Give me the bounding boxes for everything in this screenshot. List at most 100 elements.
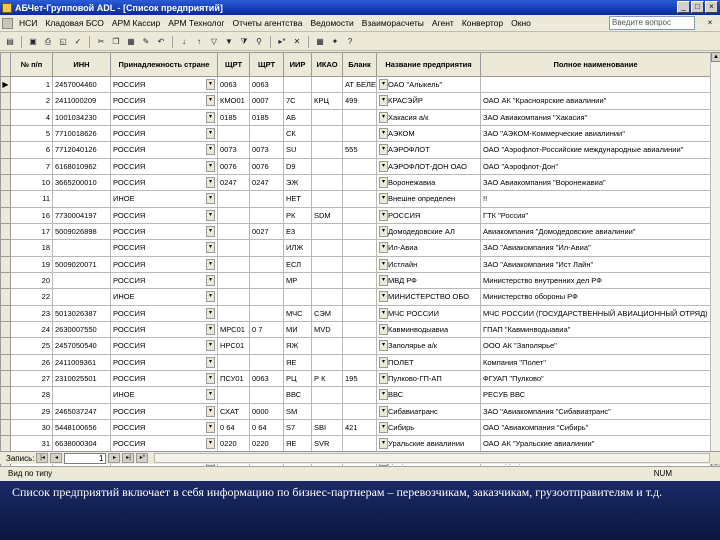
cell-full-name[interactable]: МЧС РОССИИ (ГОСУДАРСТВЕННЫЙ АВИАЦИОННЫЙ … xyxy=(480,304,712,322)
cell-inn[interactable]: 5013026387 xyxy=(52,304,111,322)
cell-iir[interactable]: ЯЕ xyxy=(283,353,313,371)
cell-enterprise-name[interactable]: ▾ АЭРОФЛОТ xyxy=(376,141,482,159)
dropdown-arrow-icon[interactable]: ▾ xyxy=(379,128,389,140)
row-selector[interactable] xyxy=(0,222,11,241)
cell-shrt-2[interactable]: 0220 xyxy=(249,435,285,453)
cell-shrt-2[interactable] xyxy=(249,124,285,143)
country-combo[interactable]: ИНОЕ ▾ xyxy=(113,389,216,401)
cell-iir[interactable]: S7 xyxy=(283,418,313,437)
dropdown-arrow-icon[interactable]: ▾ xyxy=(379,438,389,450)
row-selector[interactable] xyxy=(0,108,11,126)
column-header-blank[interactable]: Бланк xyxy=(342,52,378,77)
table-row[interactable]: 19 5009020071 РОССИЯ ▾ ЕСЛ ▾ Истлайн ЗАО "Авиак… xyxy=(0,255,712,273)
cell-number[interactable]: 11 xyxy=(10,190,53,208)
cell-number[interactable]: 25 xyxy=(10,337,53,355)
cell-country[interactable]: ИНОЕ ▾ xyxy=(109,386,219,404)
cell-icao[interactable]: КРЦ xyxy=(311,92,344,110)
cell-full-name[interactable]: ЗАО "Авиакомпания "Сибавиатранс" xyxy=(480,402,712,420)
table-row[interactable]: 5 7710018626 РОССИЯ ▾ СК ▾ АЭКОМ ЗАО "АЭКОМ-Ком… xyxy=(0,124,712,143)
cell-shrt-1[interactable]: 0076 xyxy=(217,157,251,175)
cell-icao[interactable] xyxy=(311,288,344,306)
cell-icao[interactable] xyxy=(311,386,344,404)
dropdown-arrow-icon[interactable]: ▾ xyxy=(379,275,389,287)
dropdown-arrow-icon[interactable]: ▾ xyxy=(206,160,216,172)
copy-icon[interactable]: ❐ xyxy=(110,36,122,48)
table-row[interactable]: 27 2310025501 РОССИЯ ▾ ПСУ01 0063 РЦ Р К 195 ▾ Пул… xyxy=(0,369,712,388)
cell-shrt-1[interactable] xyxy=(217,353,251,371)
cell-inn[interactable] xyxy=(52,190,111,208)
dropdown-arrow-icon[interactable]: ▾ xyxy=(206,226,216,238)
cell-inn[interactable]: 6168010962 xyxy=(52,157,111,175)
cell-full-name[interactable]: ОАО "Аэрофлот-Дон" xyxy=(480,157,712,175)
cell-blank[interactable]: 195 xyxy=(342,369,378,388)
country-combo[interactable]: РОССИЯ ▾ xyxy=(113,275,216,287)
row-selector[interactable] xyxy=(0,386,11,404)
cell-blank[interactable] xyxy=(342,271,378,290)
dropdown-arrow-icon[interactable]: ▾ xyxy=(206,209,216,221)
dropdown-arrow-icon[interactable]: ▾ xyxy=(206,95,216,107)
cell-enterprise-name[interactable]: ▾ МВД РФ xyxy=(376,271,482,290)
cell-inn[interactable]: 2411009361 xyxy=(52,353,111,371)
country-combo[interactable]: РОССИЯ ▾ xyxy=(113,373,216,385)
cell-country[interactable]: РОССИЯ ▾ xyxy=(109,255,219,273)
cell-enterprise-name[interactable]: ▾ МЧС РОССИИ xyxy=(376,304,482,322)
cell-inn[interactable]: 2310025501 xyxy=(52,369,111,388)
dropdown-arrow-icon[interactable]: ▾ xyxy=(206,242,216,254)
dropdown-arrow-icon[interactable]: ▾ xyxy=(379,324,389,336)
cell-iir[interactable]: Е3 xyxy=(283,222,313,241)
cell-icao[interactable]: SBI xyxy=(311,418,344,437)
cell-shrt-1[interactable]: ПСУ01 xyxy=(217,369,251,388)
cell-icao[interactable] xyxy=(311,337,344,355)
cell-icao[interactable] xyxy=(311,255,344,273)
cell-enterprise-name[interactable]: ▾ ОАО "Алыкель" xyxy=(376,75,482,94)
cell-country[interactable]: РОССИЯ ▾ xyxy=(109,239,219,257)
cell-iir[interactable]: ЕСЛ xyxy=(283,255,313,273)
enterprise-combo[interactable]: ▾ Домодедовские АЛ xyxy=(379,226,478,238)
cell-full-name[interactable]: ЗАО "Авиакомпания "Ист Лайн" xyxy=(480,255,712,273)
row-selector[interactable]: ▶ xyxy=(0,75,11,94)
cell-number[interactable]: 2 xyxy=(10,92,53,110)
cell-iir[interactable]: РК xyxy=(283,206,313,224)
cell-number[interactable]: 24 xyxy=(10,320,53,339)
cell-country[interactable]: РОССИЯ ▾ xyxy=(109,173,219,192)
dropdown-arrow-icon[interactable]: ▾ xyxy=(379,111,389,123)
cell-shrt-2[interactable]: 0 64 xyxy=(249,418,285,437)
close-button[interactable]: × xyxy=(705,1,718,13)
new-record-button[interactable]: ▸* xyxy=(136,453,149,463)
cell-iir[interactable]: МИ xyxy=(283,320,313,339)
country-combo[interactable]: РОССИЯ ▾ xyxy=(113,177,216,189)
cell-shrt-2[interactable]: 0247 xyxy=(249,173,285,192)
cell-shrt-2[interactable]: 0027 xyxy=(249,222,285,241)
dropdown-arrow-icon[interactable]: ▾ xyxy=(379,422,389,434)
cell-shrt-2[interactable]: 0073 xyxy=(249,141,285,159)
cell-shrt-2[interactable] xyxy=(249,337,285,355)
table-row[interactable]: 22 ИНОЕ ▾ ▾ МИНИСТЕРСТВО ОБО Министерство обо… xyxy=(0,288,712,306)
cell-number[interactable]: 28 xyxy=(10,386,53,404)
cell-inn[interactable]: 2457004460 xyxy=(52,75,111,94)
country-combo[interactable]: РОССИЯ ▾ xyxy=(113,79,216,91)
cell-icao[interactable]: СЭМ xyxy=(311,304,344,322)
cell-shrt-1[interactable] xyxy=(217,190,251,208)
cell-icao[interactable] xyxy=(311,157,344,175)
dropdown-arrow-icon[interactable]: ▾ xyxy=(379,405,389,417)
cell-iir[interactable]: ЭЖ xyxy=(283,173,313,192)
table-row[interactable]: 24 2630007550 РОССИЯ ▾ МРС01 0 7 МИ МVD ▾ Кавминв… xyxy=(0,320,712,339)
vertical-scrollbar[interactable]: ▲ ▼ xyxy=(710,52,720,469)
apply-filter-icon[interactable]: ⧩ xyxy=(238,36,250,48)
cell-full-name[interactable]: ЗАО Авиакомпания "Хакасия" xyxy=(480,108,712,126)
dropdown-arrow-icon[interactable]: ▾ xyxy=(379,389,389,401)
cell-shrt-1[interactable] xyxy=(217,124,251,143)
cell-full-name[interactable]: РЕСУБ ВВС xyxy=(480,386,712,404)
cell-full-name[interactable]: ГПАП "Кавминводыавиа" xyxy=(480,320,712,339)
table-row[interactable]: 11 ИНОЕ ▾ НЕТ ▾ Внешне определен!! xyxy=(0,190,712,208)
dropdown-arrow-icon[interactable]: ▾ xyxy=(206,111,216,123)
delete-record-icon[interactable]: ✕ xyxy=(291,36,303,48)
cell-enterprise-name[interactable]: ▾ МИНИСТЕРСТВО ОБО xyxy=(376,288,482,306)
cell-blank[interactable] xyxy=(342,190,378,208)
cell-blank[interactable] xyxy=(342,255,378,273)
dropdown-arrow-icon[interactable]: ▾ xyxy=(206,356,216,368)
cell-iir[interactable]: НЕТ xyxy=(283,190,313,208)
country-combo[interactable]: ИНОЕ ▾ xyxy=(113,291,216,303)
table-row[interactable]: 10 3665200010 РОССИЯ ▾ 0247 0247 ЭЖ ▾ Воронежави… xyxy=(0,173,712,192)
cell-icao[interactable] xyxy=(311,173,344,192)
